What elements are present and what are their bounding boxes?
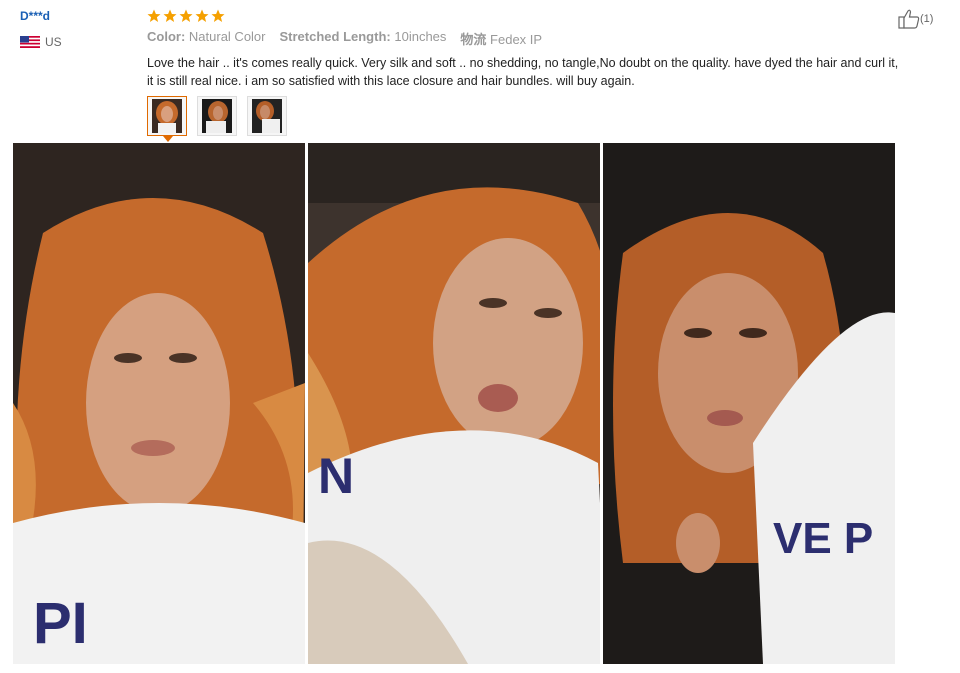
star-icon (179, 9, 193, 22)
thumbnail-3[interactable] (247, 96, 287, 136)
svg-text:PI: PI (33, 591, 88, 656)
reviewer-country-label: US (45, 35, 62, 49)
review-photo-3[interactable]: VE P (603, 143, 895, 664)
review-text: Love the hair .. it's comes really quick… (147, 56, 899, 88)
us-flag-icon (20, 36, 40, 48)
svg-text:N: N (318, 448, 354, 504)
star-icon (211, 9, 225, 22)
helpful-button[interactable]: (1) (898, 9, 933, 29)
review-body: Color: Natural Color Stretched Length: 1… (147, 9, 917, 142)
product-attributes: Color: Natural Color Stretched Length: 1… (147, 29, 917, 48)
thumbnail-1[interactable] (147, 96, 187, 142)
reviewer-info: D***d US (20, 9, 62, 49)
svg-text:VE P: VE P (773, 514, 873, 563)
rating-stars (147, 9, 917, 23)
thumbnail-2[interactable] (197, 96, 237, 136)
review-photo-2[interactable]: N (308, 143, 600, 664)
attribute-length: Stretched Length: 10inches (279, 29, 447, 44)
attribute-color: Color: Natural Color (147, 29, 266, 44)
reviewer-country: US (20, 35, 62, 49)
star-icon (195, 9, 209, 22)
attribute-shipping: 物流 Fedex IP (460, 32, 543, 47)
review-photo-1[interactable]: PI (13, 143, 305, 664)
review-photos: PI N VE P (13, 143, 895, 664)
thumbs-up-icon (898, 9, 920, 29)
star-icon (147, 9, 161, 22)
thumbnail-strip (147, 96, 917, 142)
reviewer-name[interactable]: D***d (20, 9, 62, 23)
helpful-count: (1) (920, 13, 934, 25)
star-icon (163, 9, 177, 22)
